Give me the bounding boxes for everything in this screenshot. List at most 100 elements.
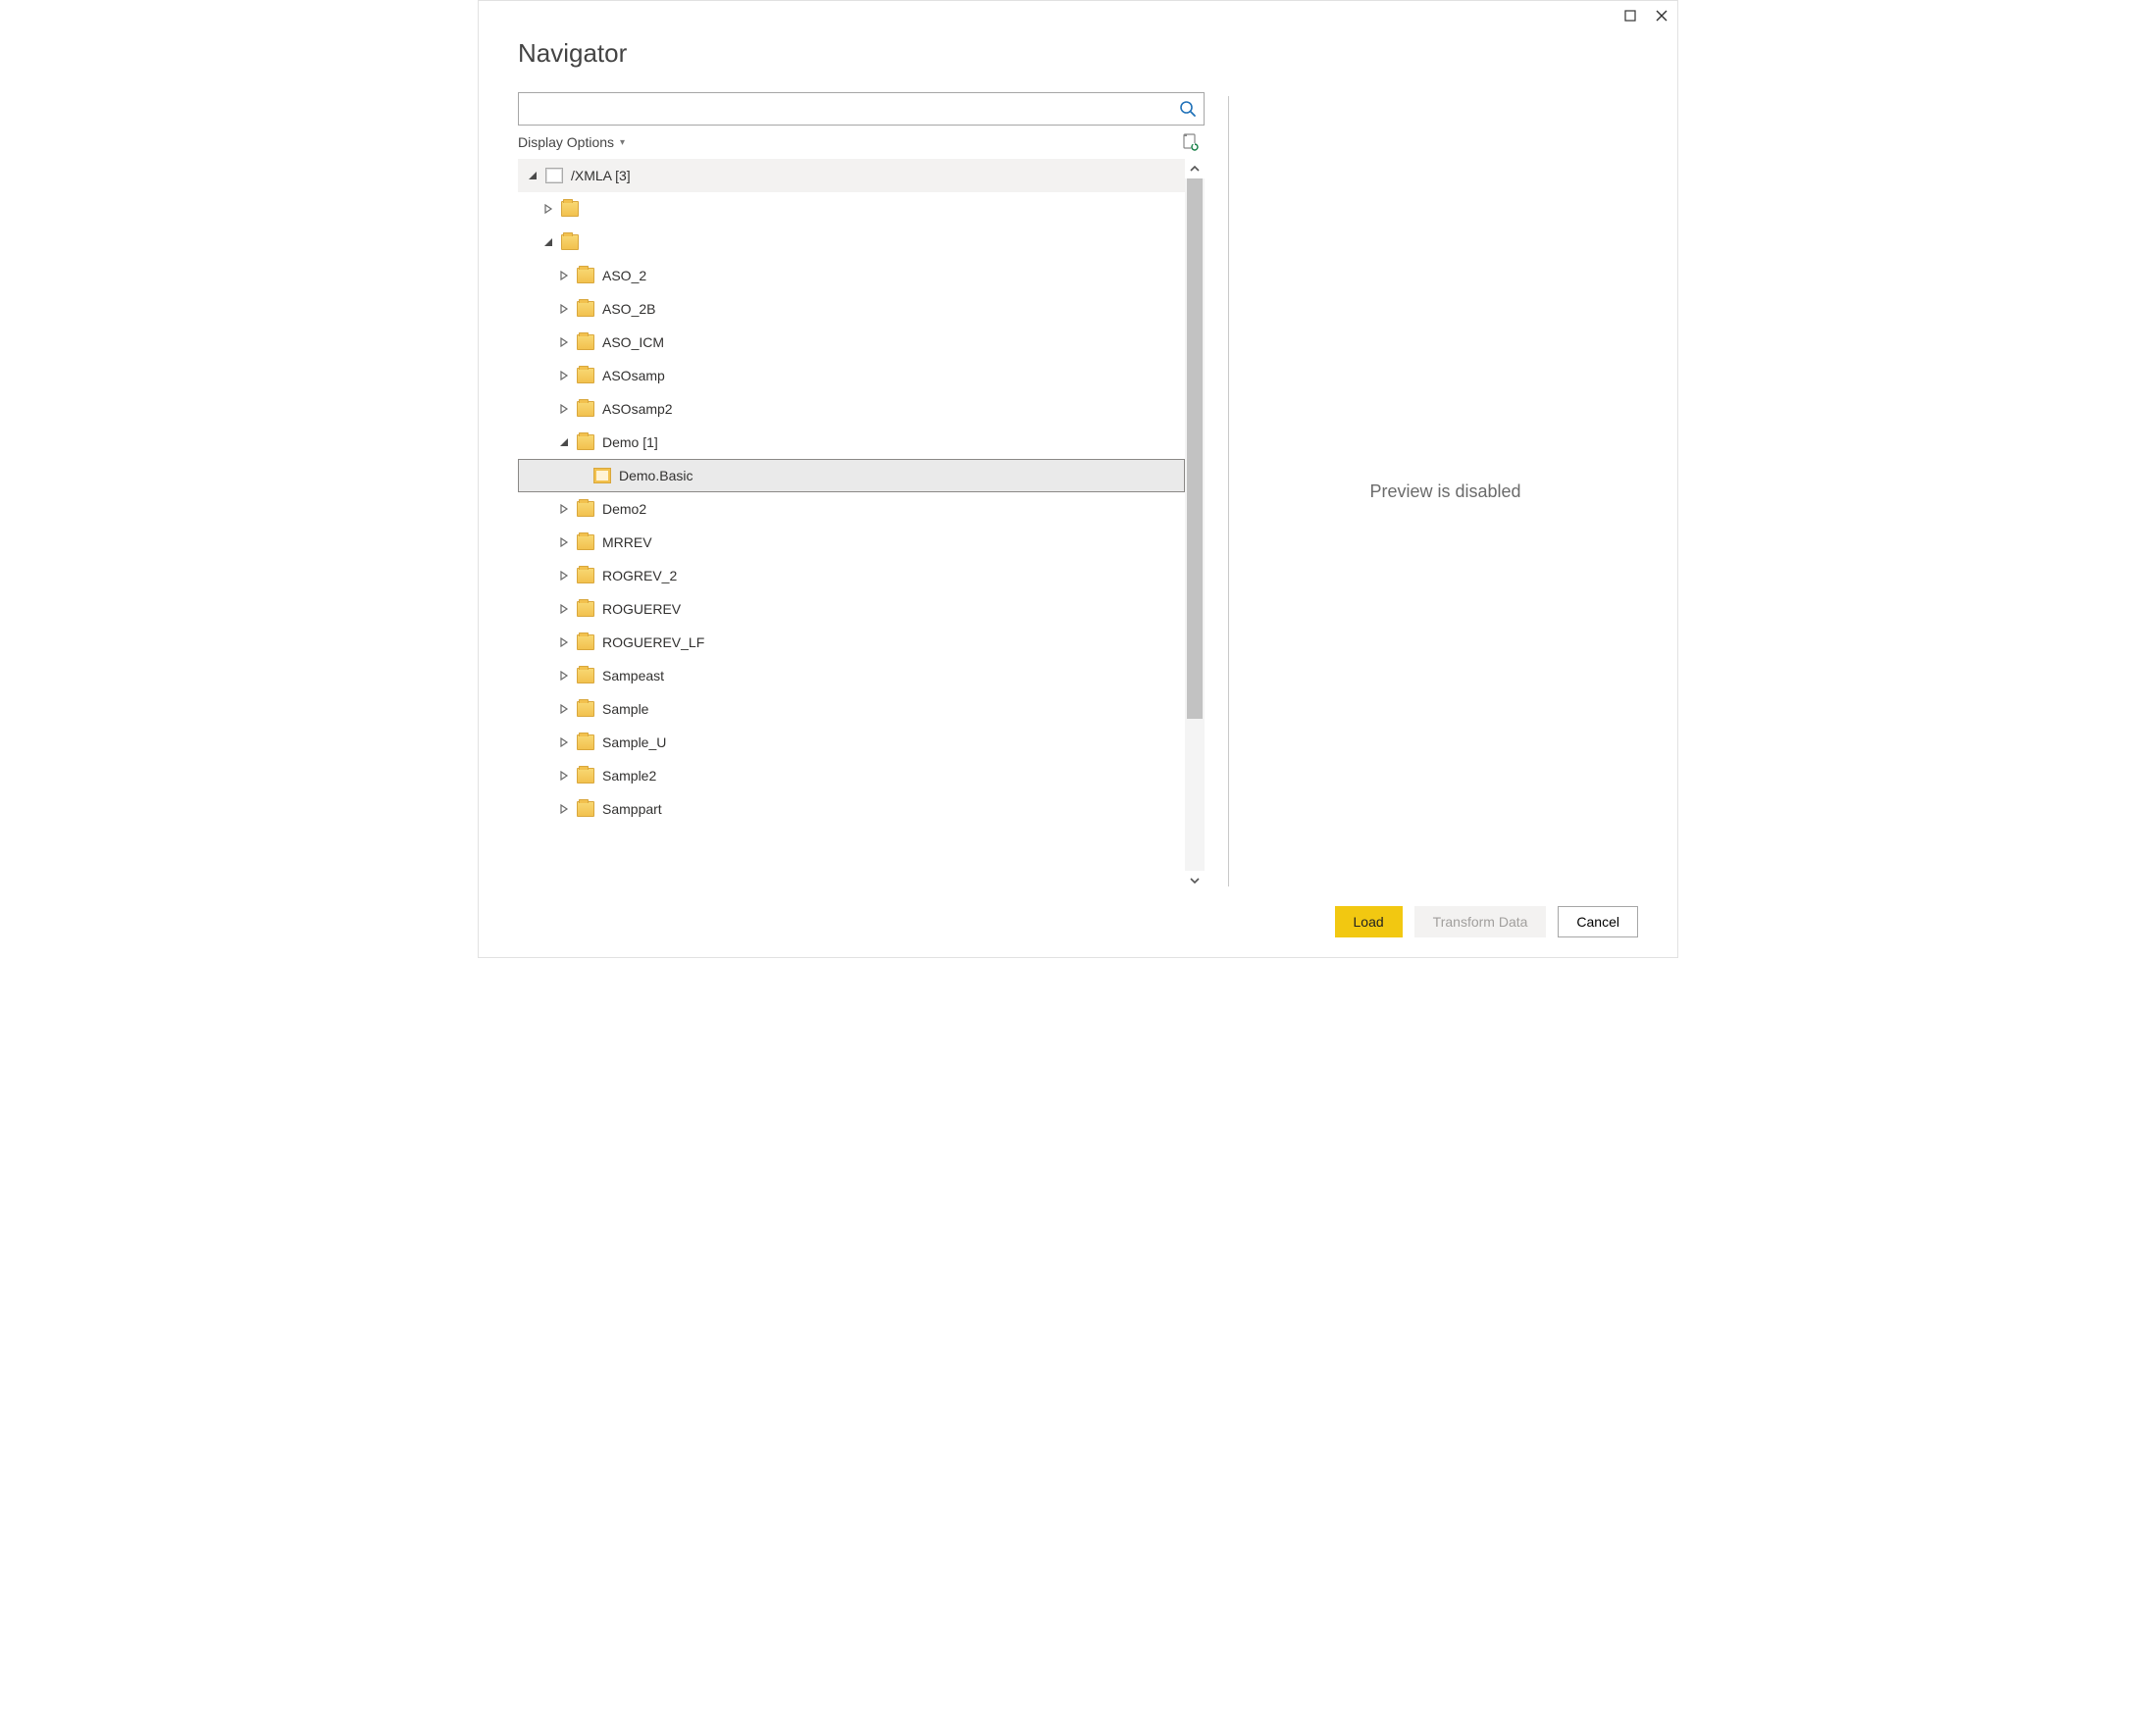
folder-icon <box>577 668 594 683</box>
maximize-icon[interactable] <box>1622 8 1638 24</box>
tree-item-label: Samppart <box>602 801 662 817</box>
expander-closed-icon[interactable] <box>557 271 571 280</box>
tree-scroll-area[interactable]: /XMLA [3] ASO_2 ASO_2B ASO_ICM ASOsamp ASOsam… <box>518 159 1185 890</box>
folder-icon <box>577 568 594 583</box>
expander-closed-icon[interactable] <box>557 537 571 547</box>
tree-item-label: /XMLA [3] <box>571 168 631 183</box>
expander-closed-icon[interactable] <box>541 204 555 214</box>
search-box[interactable] <box>518 92 1205 126</box>
search-icon[interactable] <box>1172 100 1204 118</box>
display-options-row: Display Options ▾ <box>518 126 1205 159</box>
expander-closed-icon[interactable] <box>557 504 571 514</box>
tree-item[interactable]: Sample_U <box>518 726 1185 759</box>
tree-item[interactable]: ASO_2B <box>518 292 1185 326</box>
tree-item-label: ASOsamp2 <box>602 401 673 417</box>
tree-item[interactable]: Sampeast <box>518 659 1185 692</box>
dialog-title: Navigator <box>518 38 1638 69</box>
folder-icon <box>577 368 594 383</box>
scroll-down-icon[interactable] <box>1185 871 1205 890</box>
tree-item-label: ASO_2B <box>602 301 655 317</box>
tree-item[interactable]: Samppart <box>518 792 1185 826</box>
tree-root[interactable]: /XMLA [3] <box>518 159 1185 192</box>
tree-item-label: Sampeast <box>602 668 664 683</box>
folder-icon <box>577 401 594 417</box>
chevron-down-icon: ▾ <box>620 137 625 148</box>
tree-item-label: ROGUEREV_LF <box>602 634 704 650</box>
tree-item[interactable]: ASOsamp <box>518 359 1185 392</box>
tree-item-label: ASO_ICM <box>602 334 664 350</box>
expander-closed-icon[interactable] <box>557 604 571 614</box>
tree-item[interactable]: ROGUEREV <box>518 592 1185 626</box>
expander-closed-icon[interactable] <box>557 704 571 714</box>
database-icon <box>545 168 563 183</box>
tree-item[interactable] <box>518 192 1185 226</box>
folder-icon <box>561 234 579 250</box>
expander-closed-icon[interactable] <box>557 404 571 414</box>
close-icon[interactable] <box>1654 8 1669 24</box>
tree-item-label: Demo2 <box>602 501 646 517</box>
expander-closed-icon[interactable] <box>557 337 571 347</box>
expander-closed-icon[interactable] <box>557 771 571 781</box>
expander-closed-icon[interactable] <box>557 737 571 747</box>
tree-item[interactable]: Demo [1] <box>518 426 1185 459</box>
cancel-button[interactable]: Cancel <box>1558 906 1638 937</box>
folder-icon <box>577 334 594 350</box>
scrollbar[interactable] <box>1185 159 1205 890</box>
expander-open-icon[interactable] <box>557 437 571 447</box>
tree-item-label: Sample <box>602 701 648 717</box>
expander-open-icon[interactable] <box>541 237 555 247</box>
display-options-dropdown[interactable]: Display Options ▾ <box>518 134 625 150</box>
load-button[interactable]: Load <box>1335 906 1403 937</box>
tree-item[interactable]: Demo2 <box>518 492 1185 526</box>
tree-item[interactable]: MRREV <box>518 526 1185 559</box>
scrollbar-track[interactable] <box>1185 178 1205 871</box>
tree-item[interactable]: ROGREV_2 <box>518 559 1185 592</box>
dialog-footer: Load Transform Data Cancel <box>479 890 1677 957</box>
expander-closed-icon[interactable] <box>557 671 571 681</box>
tree-item-label: Demo [1] <box>602 434 658 450</box>
scroll-up-icon[interactable] <box>1185 159 1205 178</box>
preview-message: Preview is disabled <box>1369 481 1520 502</box>
scrollbar-thumb[interactable] <box>1187 178 1203 719</box>
dialog-header: Navigator <box>479 30 1677 92</box>
folder-icon <box>577 768 594 784</box>
folder-icon <box>577 434 594 450</box>
folder-icon <box>577 801 594 817</box>
titlebar <box>479 1 1677 30</box>
folder-icon <box>577 301 594 317</box>
search-input[interactable] <box>519 93 1172 125</box>
tree-item-label: Sample_U <box>602 734 666 750</box>
folder-icon <box>577 534 594 550</box>
folder-icon <box>577 268 594 283</box>
pane-divider <box>1228 96 1229 886</box>
tree-item[interactable] <box>518 226 1185 259</box>
expander-closed-icon[interactable] <box>557 637 571 647</box>
folder-icon <box>577 701 594 717</box>
tree-item[interactable]: Sample <box>518 692 1185 726</box>
folder-icon <box>577 501 594 517</box>
expander-open-icon[interactable] <box>526 171 539 180</box>
tree-item-label: ASO_2 <box>602 268 646 283</box>
refresh-preview-icon[interactable] <box>1181 133 1199 151</box>
expander-closed-icon[interactable] <box>557 371 571 380</box>
preview-pane: Preview is disabled <box>1253 92 1638 890</box>
tree-item[interactable]: Demo.Basic <box>518 459 1185 492</box>
folder-icon <box>561 201 579 217</box>
navigator-tree: /XMLA [3] ASO_2 ASO_2B ASO_ICM ASOsamp ASOsam… <box>518 159 1205 890</box>
tree-item[interactable]: ASOsamp2 <box>518 392 1185 426</box>
tree-item-label: ROGUEREV <box>602 601 681 617</box>
tree-item[interactable]: Sample2 <box>518 759 1185 792</box>
tree-item[interactable]: ASO_ICM <box>518 326 1185 359</box>
tree-item[interactable]: ASO_2 <box>518 259 1185 292</box>
navigator-dialog: Navigator Display Options ▾ <box>478 0 1678 958</box>
display-options-label: Display Options <box>518 134 614 150</box>
tree-item-label: Sample2 <box>602 768 656 784</box>
folder-icon <box>577 734 594 750</box>
expander-closed-icon[interactable] <box>557 571 571 581</box>
transform-data-button: Transform Data <box>1414 906 1547 937</box>
expander-closed-icon[interactable] <box>557 804 571 814</box>
expander-closed-icon[interactable] <box>557 304 571 314</box>
tree-item[interactable]: ROGUEREV_LF <box>518 626 1185 659</box>
tree-item-label: ROGREV_2 <box>602 568 677 583</box>
navigator-left-pane: Display Options ▾ /XMLA [3] ASO_2 ASO_2B AS… <box>518 92 1205 890</box>
